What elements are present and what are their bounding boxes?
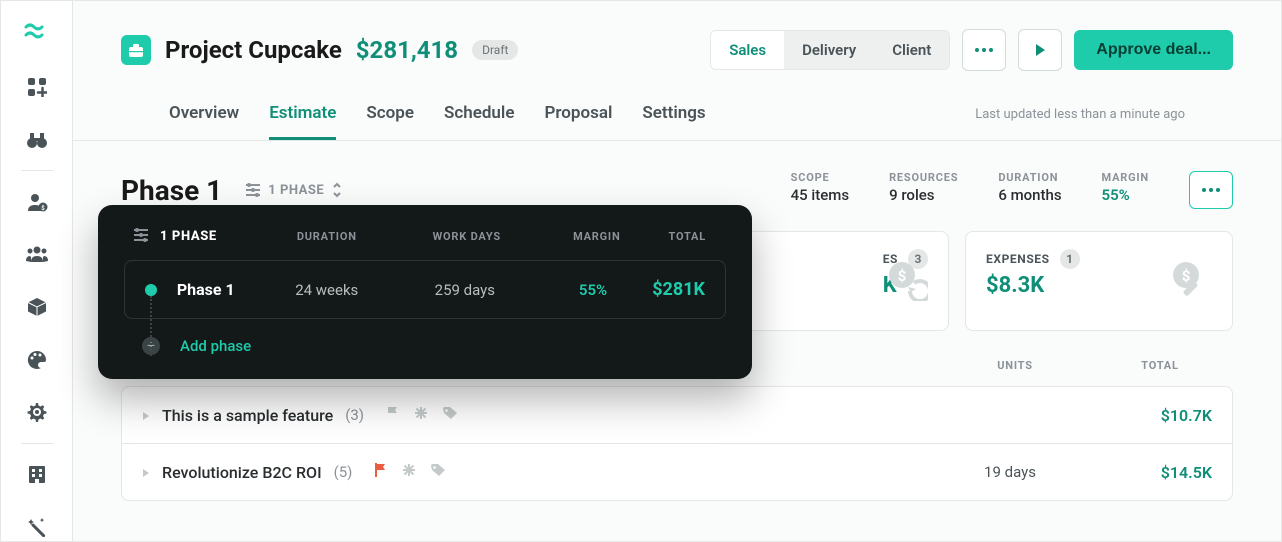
segment-client[interactable]: Client <box>874 31 949 69</box>
card-expenses[interactable]: EXPENSES 1 $8.3K $ <box>965 231 1233 331</box>
segment-delivery[interactable]: Delivery <box>784 31 874 69</box>
stat-scope-value: 45 items <box>791 186 849 204</box>
column-units: UNITS <box>935 359 1095 372</box>
divider <box>21 170 53 171</box>
segment-sales[interactable]: Sales <box>711 31 784 69</box>
project-amount: $281,418 <box>356 36 458 64</box>
feature-name: This is a sample feature <box>162 406 333 425</box>
popover-phase-name: Phase 1 <box>177 280 258 299</box>
card-expenses-label: EXPENSES <box>986 252 1050 266</box>
nav-palette-icon[interactable] <box>17 345 57 374</box>
asterisk-icon[interactable] <box>414 405 428 425</box>
feature-list: This is a sample feature (3) $10.7K Revo… <box>121 386 1233 501</box>
phase-dot-icon <box>145 284 157 296</box>
feature-count: (5) <box>334 463 353 481</box>
asterisk-icon[interactable] <box>402 462 416 482</box>
popover-col-duration: DURATION <box>257 230 397 243</box>
stat-duration-label: DURATION <box>998 171 1061 184</box>
feature-units: 19 days <box>930 463 1090 481</box>
last-updated-text: Last updated less than a minute ago <box>975 107 1185 136</box>
popover-phase-workdays: 259 days <box>396 281 534 299</box>
stat-margin: MARGIN 55% <box>1102 171 1149 204</box>
edit-dollar-icon: $ <box>1168 257 1212 305</box>
feature-total: $14.5K <box>1102 463 1212 482</box>
svg-text:$: $ <box>41 205 45 212</box>
list-icon <box>134 227 148 246</box>
stat-margin-label: MARGIN <box>1102 171 1149 184</box>
svg-text:$: $ <box>1182 267 1191 285</box>
nav-binoculars-icon[interactable] <box>17 126 57 155</box>
stat-resources-value: 9 roles <box>889 186 958 204</box>
tab-estimate[interactable]: Estimate <box>269 103 336 140</box>
more-actions-button[interactable] <box>962 29 1006 71</box>
stat-resources: RESOURCES 9 roles <box>889 171 958 204</box>
phase-selector-label: 1 PHASE <box>268 183 324 198</box>
add-phase-button[interactable]: + Add phase <box>124 319 726 357</box>
feature-total: $10.7K <box>1102 406 1212 425</box>
card-expenses-value: $8.3K <box>986 273 1080 298</box>
play-button[interactable] <box>1018 29 1062 71</box>
nav-team-icon[interactable] <box>17 240 57 269</box>
divider <box>21 443 53 444</box>
phase-popover: 1 PHASE DURATION WORK DAYS MARGIN TOTAL … <box>98 205 752 379</box>
stat-duration: DURATION 6 months <box>998 171 1061 204</box>
phase-selector[interactable]: 1 PHASE <box>246 182 342 198</box>
stat-scope: SCOPE 45 items <box>791 171 849 204</box>
caret-right-icon[interactable] <box>142 463 150 482</box>
popover-phase-total: $281K <box>652 279 715 300</box>
refresh-dollar-icon: $ <box>884 257 928 305</box>
status-badge: Draft <box>472 40 518 60</box>
tag-icon[interactable] <box>442 405 458 425</box>
tab-schedule[interactable]: Schedule <box>444 103 515 140</box>
tab-overview[interactable]: Overview <box>169 103 239 140</box>
nav-apps-icon[interactable] <box>17 73 57 102</box>
tab-scope[interactable]: Scope <box>366 103 414 140</box>
feature-row[interactable]: Revolutionize B2C ROI (5) 19 days $14.5K <box>122 444 1232 500</box>
sidebar: $ <box>1 1 73 541</box>
popover-col-workdays: WORK DAYS <box>397 230 537 243</box>
popover-header-label: 1 PHASE <box>160 229 217 244</box>
flag-icon[interactable] <box>374 462 388 482</box>
column-total: TOTAL <box>1095 359 1225 372</box>
popover-phase-margin: 55% <box>534 281 652 299</box>
stat-resources-label: RESOURCES <box>889 171 958 184</box>
nav-person-money-icon[interactable]: $ <box>17 187 57 216</box>
caret-right-icon[interactable] <box>142 406 150 425</box>
tab-settings[interactable]: Settings <box>642 103 705 140</box>
nav-settings-icon[interactable] <box>17 398 57 427</box>
popover-phase-row[interactable]: Phase 1 24 weeks 259 days 55% $281K <box>124 260 726 319</box>
card-expenses-count: 1 <box>1060 249 1080 269</box>
logo-icon <box>24 21 50 45</box>
nav-package-icon[interactable] <box>17 293 57 322</box>
popover-col-margin: MARGIN <box>537 230 657 243</box>
view-segment: Sales Delivery Client <box>710 30 950 70</box>
feature-count: (3) <box>345 406 364 424</box>
tab-proposal[interactable]: Proposal <box>544 103 612 140</box>
add-phase-label: Add phase <box>180 337 251 355</box>
flag-icon[interactable] <box>386 405 400 425</box>
stat-margin-value: 55% <box>1102 186 1149 204</box>
approve-deal-button[interactable]: Approve deal... <box>1074 30 1233 70</box>
feature-name: Revolutionize B2C ROI <box>162 463 322 482</box>
phase-title: Phase 1 <box>121 174 222 207</box>
stat-scope-label: SCOPE <box>791 171 849 184</box>
svg-text:$: $ <box>898 267 907 285</box>
nav-wand-icon[interactable] <box>17 512 57 541</box>
project-icon <box>121 35 151 65</box>
project-title: Project Cupcake <box>165 36 342 64</box>
tag-icon[interactable] <box>430 462 446 482</box>
nav-building-icon[interactable] <box>17 460 57 489</box>
feature-row[interactable]: This is a sample feature (3) $10.7K <box>122 387 1232 444</box>
stat-duration-value: 6 months <box>998 186 1061 204</box>
popover-phase-duration: 24 weeks <box>258 281 396 299</box>
popover-col-total: TOTAL <box>657 230 716 243</box>
phase-more-button[interactable] <box>1189 171 1233 209</box>
